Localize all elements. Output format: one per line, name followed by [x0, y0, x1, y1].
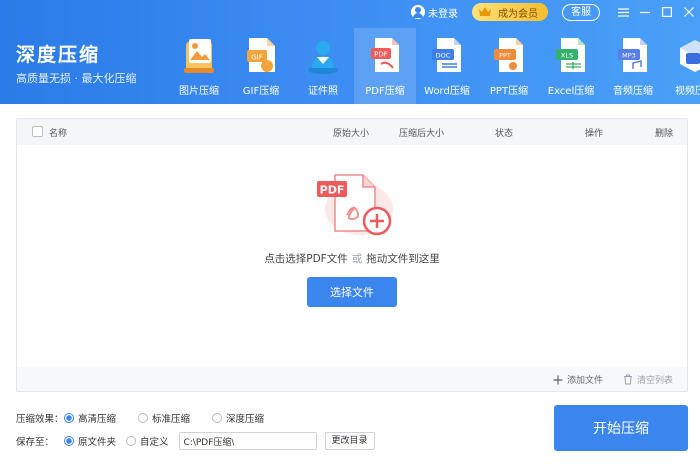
pdf-badge-text: PDF — [320, 184, 345, 197]
clear-list-label: 清空列表 — [636, 376, 673, 386]
header-status: 状态 — [495, 129, 514, 139]
radio-dot — [212, 413, 223, 423]
tab-image[interactable]: 图片压缩 — [168, 28, 230, 104]
login-button[interactable]: 未登录 — [411, 5, 458, 20]
tab-label: PPT压缩 — [489, 86, 529, 97]
app-subtitle: 高质量无损 · 最大化压缩 — [16, 72, 137, 85]
tab-gif[interactable]: GIF GIF压缩 — [230, 28, 292, 104]
effect-label: 压缩效果： — [16, 414, 64, 425]
add-file-button[interactable]: 添加文件 — [553, 373, 603, 386]
svg-text:XLS: XLS — [561, 52, 573, 60]
radio-hd-compress[interactable]: 高清压缩 — [64, 411, 116, 425]
tab-audio[interactable]: MP3 音频压缩 — [602, 28, 664, 104]
radio-label: 高清压缩 — [78, 414, 117, 425]
minimize-icon[interactable] — [634, 2, 656, 22]
svg-text:PPT: PPT — [499, 52, 511, 60]
header-name: 名称 — [49, 129, 68, 139]
radio-label: 标准压缩 — [152, 414, 191, 425]
close-icon[interactable] — [678, 2, 700, 22]
crown-icon — [478, 6, 492, 18]
tab-pdf[interactable]: PDF PDF压缩 — [354, 28, 416, 104]
tab-excel[interactable]: XLS Excel压缩 — [540, 28, 602, 104]
image-icon — [181, 36, 217, 76]
header-delete: 删除 — [655, 129, 674, 139]
save-location-row: 保存至： 原文件夹 自定义 更改目录 — [16, 432, 375, 450]
trash-icon — [623, 374, 632, 385]
video-icon — [677, 36, 700, 76]
tab-ppt[interactable]: PPT PPT压缩 — [478, 28, 540, 104]
save-label: 保存至： — [16, 437, 55, 448]
radio-label: 自定义 — [140, 437, 169, 448]
list-footer: 添加文件 清空列表 — [17, 367, 687, 391]
vip-label: 成为会员 — [498, 8, 538, 20]
top-bar: 未登录 成为会员 客服 — [411, 2, 700, 22]
tab-label: Word压缩 — [424, 86, 470, 97]
header-compressed-size: 压缩后大小 — [399, 129, 445, 139]
radio-deep-compress[interactable]: 深度压缩 — [212, 411, 264, 425]
service-button[interactable]: 客服 — [562, 3, 600, 21]
tab-label: 音频压缩 — [613, 86, 653, 97]
radio-dot — [138, 413, 149, 423]
pdf-icon: PDF — [367, 36, 403, 76]
feature-tabs: 图片压缩 GIF GIF压缩 证件照 PDF PDF压缩 DOC Word压缩 — [168, 28, 700, 104]
dropzone-text-before: 点击选择PDF文件 — [264, 253, 348, 265]
radio-label: 原文件夹 — [78, 437, 117, 448]
svg-text:GIF: GIF — [251, 54, 263, 62]
id-photo-icon — [305, 36, 341, 76]
radio-dot — [64, 436, 74, 446]
select-file-button[interactable]: 选择文件 — [307, 277, 397, 307]
start-compress-button[interactable]: 开始压缩 — [554, 405, 688, 451]
tab-id-photo[interactable]: 证件照 — [292, 28, 354, 104]
svg-text:MP3: MP3 — [622, 52, 636, 60]
audio-icon: MP3 — [615, 36, 651, 76]
radio-original-folder[interactable]: 原文件夹 — [64, 434, 116, 448]
save-path-input[interactable] — [178, 432, 317, 450]
select-all-checkbox[interactable] — [32, 126, 43, 137]
header-original-size: 原始大小 — [333, 129, 370, 139]
tab-video[interactable]: 视频压缩 — [664, 28, 700, 104]
plus-icon — [553, 375, 563, 384]
app-header: 深度压缩 高质量无损 · 最大化压缩 未登录 成为会员 客服 图片压缩 GIF … — [0, 0, 700, 104]
tab-label: 图片压缩 — [179, 86, 219, 97]
tab-label: Excel压缩 — [547, 86, 595, 97]
svg-text:DOC: DOC — [436, 52, 451, 60]
tab-label: 视频压缩 — [675, 86, 700, 97]
app-title: 深度压缩 — [16, 44, 101, 66]
gif-icon: GIF — [243, 36, 279, 76]
ppt-icon: PPT — [491, 36, 527, 76]
radio-custom-folder[interactable]: 自定义 — [126, 434, 169, 448]
tab-word[interactable]: DOC Word压缩 — [416, 28, 478, 104]
radio-label: 深度压缩 — [226, 414, 265, 425]
dropzone-hint: 点击选择PDF文件或拖动文件到这里 — [17, 251, 687, 266]
add-file-label: 添加文件 — [566, 376, 603, 386]
excel-icon: XLS — [553, 36, 589, 76]
user-icon — [411, 5, 425, 19]
login-label: 未登录 — [428, 8, 458, 20]
menu-icon[interactable] — [612, 2, 634, 22]
svg-text:PDF: PDF — [374, 51, 388, 59]
compression-effect-row: 压缩效果： 高清压缩 标准压缩 深度压缩 — [16, 411, 286, 425]
dropzone-or: 或 — [351, 253, 363, 265]
tab-label: GIF压缩 — [242, 86, 280, 97]
radio-standard-compress[interactable]: 标准压缩 — [138, 411, 190, 425]
vip-button[interactable]: 成为会员 — [472, 3, 548, 21]
header-action: 操作 — [585, 129, 604, 139]
radio-dot — [126, 436, 137, 446]
radio-dot — [64, 413, 74, 423]
clear-list-button[interactable]: 清空列表 — [623, 373, 673, 386]
tab-label: 证件照 — [308, 86, 338, 97]
word-icon: DOC — [429, 36, 465, 76]
maximize-icon[interactable] — [656, 2, 678, 22]
dropzone-text-after: 拖动文件到这里 — [366, 253, 440, 265]
pdf-add-icon[interactable]: PDF — [313, 169, 395, 241]
file-list-panel: 名称 原始大小 压缩后大小 状态 操作 删除 PDF 点击选择PDF文件或拖动文… — [16, 118, 688, 392]
change-dir-button[interactable]: 更改目录 — [324, 432, 375, 450]
file-table-header: 名称 原始大小 压缩后大小 状态 操作 删除 — [17, 119, 687, 145]
tab-label: PDF压缩 — [365, 86, 405, 97]
